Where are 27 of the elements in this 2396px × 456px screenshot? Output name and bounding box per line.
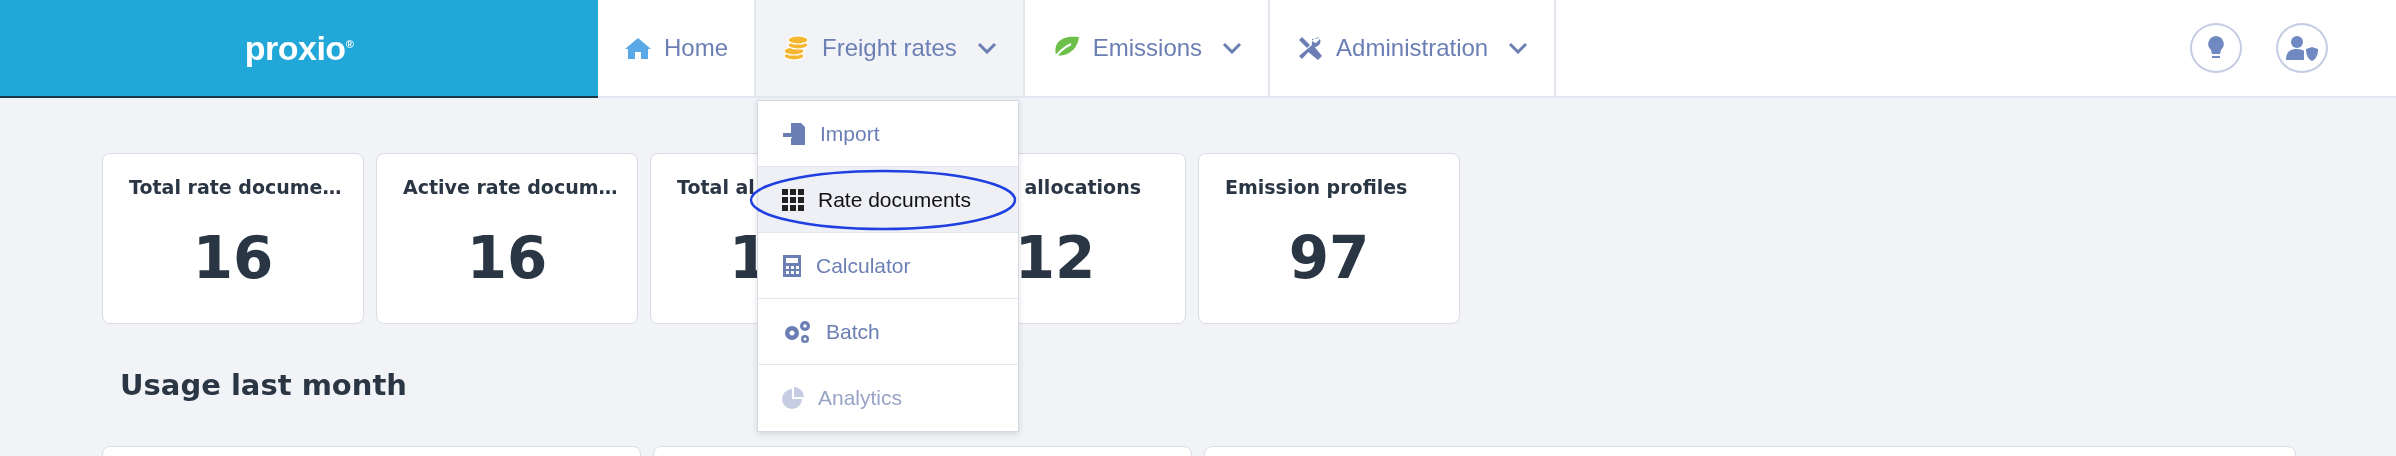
- stat-title: Emission profiles: [1225, 176, 1408, 198]
- gears-icon: [782, 319, 812, 344]
- stat-title: Total rate docume…: [129, 176, 342, 198]
- tips-button[interactable]: [2190, 23, 2242, 73]
- stat-value: 16: [466, 224, 548, 292]
- menu-item[interactable]: Calculator: [758, 233, 1018, 299]
- user-shield-icon: [2285, 35, 2319, 61]
- stat-title: Total al: [677, 176, 755, 198]
- stat-title: Active rate docum…: [403, 176, 618, 198]
- chevron-down-icon: [976, 42, 997, 54]
- file-import-icon: [782, 121, 806, 146]
- chevron-down-icon: [1508, 42, 1529, 54]
- grid-icon: [782, 188, 804, 211]
- home-icon: [624, 36, 652, 60]
- lightbulb-icon: [2206, 35, 2226, 61]
- stat-title: allocations: [1024, 176, 1141, 198]
- calculator-icon: [782, 253, 802, 278]
- nav-tab[interactable]: Freight rates: [756, 0, 1025, 96]
- section-heading: Usage last month: [120, 368, 407, 404]
- pie-chart-icon: [782, 387, 804, 409]
- account-button[interactable]: [2276, 23, 2328, 73]
- menu-item[interactable]: Batch: [758, 299, 1018, 365]
- stat-value: 97: [1288, 224, 1370, 292]
- stat-value: 16: [192, 224, 274, 292]
- chevron-down-icon: [1222, 42, 1243, 54]
- coins-icon: [782, 35, 811, 61]
- logo[interactable]: proxio$^{®}$: [244, 28, 354, 68]
